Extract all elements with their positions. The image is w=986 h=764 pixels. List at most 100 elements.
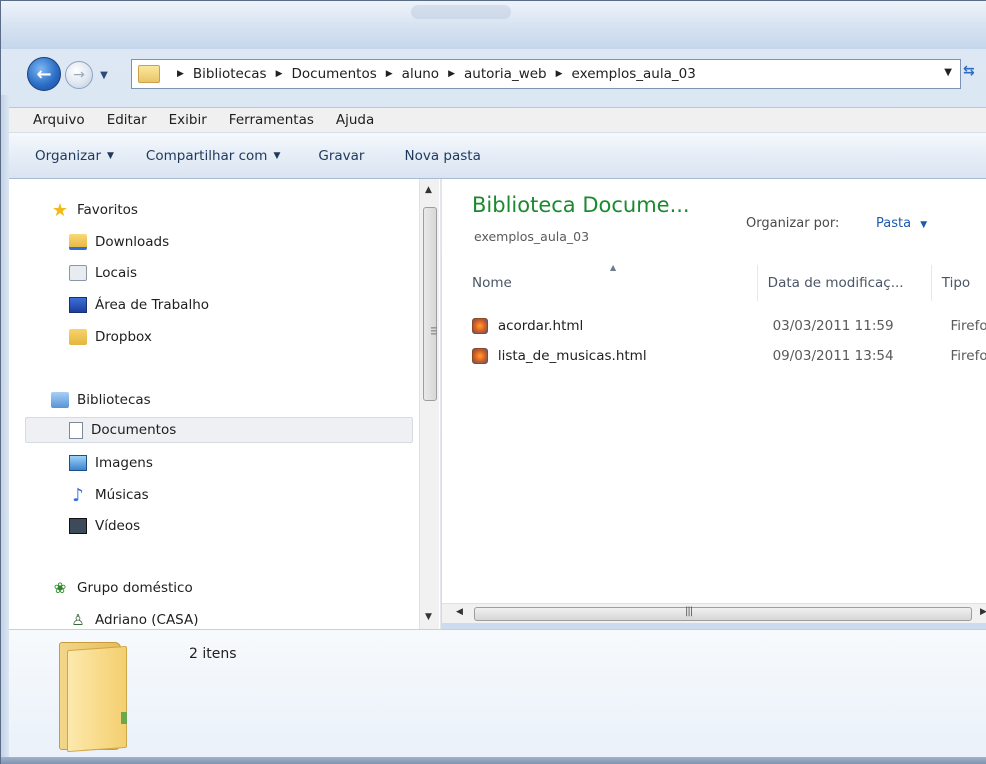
menu-editar[interactable]: Editar xyxy=(107,112,157,128)
user-icon: ♙ xyxy=(71,611,85,629)
libraries-icon xyxy=(51,392,69,408)
content-horizontal-scrollbar[interactable]: ◀ ||| ▶ xyxy=(442,603,986,623)
menu-arquivo[interactable]: Arquivo xyxy=(33,112,95,128)
window-bottom-frame xyxy=(1,757,986,764)
nav-homegroup-label: Grupo doméstico xyxy=(77,580,193,596)
column-name-label: Nome xyxy=(472,275,512,291)
nav-music-label: Músicas xyxy=(95,487,149,503)
nav-images[interactable]: Imagens xyxy=(69,450,440,476)
nav-downloads[interactable]: Downloads xyxy=(69,229,440,255)
share-label: Compartilhar com xyxy=(145,147,268,164)
sort-ascending-icon: ▲ xyxy=(610,265,617,272)
crumb-aluno[interactable]: aluno xyxy=(402,66,439,82)
nav-user[interactable]: ♙ Adriano (CASA) xyxy=(69,607,440,629)
refresh-icon[interactable]: ⇆ xyxy=(963,63,986,87)
crumb-separator-icon[interactable]: ▶ xyxy=(276,69,283,79)
file-name: acordar.html xyxy=(497,318,584,334)
forward-arrow-icon: → xyxy=(73,67,85,83)
desktop-icon xyxy=(69,297,87,313)
nav-videos[interactable]: Vídeos xyxy=(69,513,440,539)
burn-button[interactable]: Gravar xyxy=(318,148,364,164)
organize-button[interactable]: Organizar ▼ xyxy=(35,148,114,164)
nav-homegroup[interactable]: ❀ Grupo doméstico xyxy=(51,575,440,601)
scroll-grip-icon: ─ ─ ─ xyxy=(431,324,437,340)
command-bar: Organizar ▼ Compartilhar com ▼ Gravar No… xyxy=(1,133,986,179)
crumb-exemplos-aula-03[interactable]: exemplos_aula_03 xyxy=(572,66,696,82)
details-pane: 2 itens xyxy=(9,629,986,757)
item-count: 2 itens xyxy=(189,646,237,662)
forward-button[interactable]: → xyxy=(65,61,93,89)
organize-label: Organizar xyxy=(35,147,101,164)
file-type: Firefox HTML Document xyxy=(950,348,986,364)
content-pane: Biblioteca Docume... exemplos_aula_03 Or… xyxy=(442,179,986,603)
music-note-icon: ♪ xyxy=(72,484,84,506)
file-type: Firefox HTML Document xyxy=(950,318,986,334)
video-film-icon xyxy=(69,518,87,534)
horizontal-scroll-thumb[interactable]: ||| xyxy=(474,606,972,621)
images-icon xyxy=(69,455,87,471)
column-date[interactable]: Data de modificaç... xyxy=(758,265,932,301)
menu-ajuda[interactable]: Ajuda xyxy=(336,112,384,128)
navigation-scrollbar[interactable]: ▲ ─ ─ ─ ▼ xyxy=(419,179,439,629)
share-button[interactable]: Compartilhar com ▼ xyxy=(146,148,280,164)
nav-dropbox[interactable]: Dropbox xyxy=(69,324,440,350)
library-title: Biblioteca Docume... xyxy=(472,193,690,217)
menu-ferramentas[interactable]: Ferramentas xyxy=(229,112,324,128)
nav-downloads-label: Downloads xyxy=(95,234,170,250)
breadcrumb: ▶ Bibliotecas ▶ Documentos ▶ aluno ▶ aut… xyxy=(168,66,696,82)
chevron-down-icon: ▼ xyxy=(107,150,114,161)
crumb-bibliotecas[interactable]: Bibliotecas xyxy=(193,66,267,82)
address-dropdown-icon[interactable]: ▼ xyxy=(944,67,952,78)
nav-documents-label: Documentos xyxy=(91,422,177,438)
column-type[interactable]: Tipo xyxy=(932,265,986,301)
recent-places-icon xyxy=(69,265,87,281)
folder-tab xyxy=(121,712,127,724)
folder-icon xyxy=(138,65,160,83)
scroll-right-icon[interactable]: ▶ xyxy=(980,607,986,617)
address-bar[interactable]: ▶ Bibliotecas ▶ Documentos ▶ aluno ▶ aut… xyxy=(131,59,961,89)
crumb-separator-icon[interactable]: ▶ xyxy=(556,69,563,79)
crumb-separator-icon[interactable]: ▶ xyxy=(177,69,184,79)
nav-music[interactable]: ♪ Músicas xyxy=(69,482,440,508)
nav-desktop-label: Área de Trabalho xyxy=(95,297,210,313)
scroll-left-icon[interactable]: ◀ xyxy=(456,607,463,617)
file-date: 09/03/2011 13:54 xyxy=(772,348,894,364)
chevron-down-icon: ▼ xyxy=(100,69,108,81)
scroll-thumb[interactable]: ─ ─ ─ xyxy=(423,207,437,401)
nav-favorites[interactable]: ★ Favoritos xyxy=(51,197,440,223)
dropbox-folder-icon xyxy=(69,329,87,345)
nav-favorites-label: Favoritos xyxy=(77,202,138,218)
nav-documents[interactable]: Documentos xyxy=(25,417,413,443)
explorer-window: ← → ▼ ▶ Bibliotecas ▶ Documentos ▶ aluno… xyxy=(0,0,986,764)
nav-videos-label: Vídeos xyxy=(95,518,141,534)
firefox-html-icon xyxy=(472,318,488,334)
new-folder-button[interactable]: Nova pasta xyxy=(404,148,480,164)
arrange-by-dropdown[interactable]: Pasta ▼ xyxy=(876,216,927,231)
nav-locals-label: Locais xyxy=(95,265,138,281)
library-subtitle: exemplos_aula_03 xyxy=(474,229,590,244)
nav-libraries[interactable]: Bibliotecas xyxy=(51,387,440,413)
back-button[interactable]: ← xyxy=(27,57,61,91)
title-bar xyxy=(1,1,986,49)
recent-pages-button[interactable]: ▼ xyxy=(96,67,112,83)
file-row[interactable]: lista_de_musicas.html 09/03/2011 13:54 F… xyxy=(472,342,986,370)
back-arrow-icon: ← xyxy=(36,63,52,85)
nav-desktop[interactable]: Área de Trabalho xyxy=(69,292,440,318)
firefox-html-icon xyxy=(472,348,488,364)
nav-locals[interactable]: Locais xyxy=(69,260,440,286)
crumb-autoria-web[interactable]: autoria_web xyxy=(464,66,547,82)
scroll-down-icon[interactable]: ▼ xyxy=(425,612,432,622)
scroll-up-icon[interactable]: ▲ xyxy=(425,185,432,195)
menu-exibir[interactable]: Exibir xyxy=(169,112,217,128)
scroll-grip-icon: ||| xyxy=(685,606,693,617)
crumb-separator-icon[interactable]: ▶ xyxy=(448,69,455,79)
crumb-separator-icon[interactable]: ▶ xyxy=(386,69,393,79)
menu-bar: Arquivo Editar Exibir Ferramentas Ajuda xyxy=(1,107,986,133)
file-date: 03/03/2011 11:59 xyxy=(772,318,894,334)
arrange-by-value: Pasta xyxy=(876,216,912,231)
file-row[interactable]: acordar.html 03/03/2011 11:59 Firefox HT… xyxy=(472,312,986,340)
folder-front xyxy=(67,645,127,753)
column-name[interactable]: ▲ Nome xyxy=(460,265,758,301)
title-bar-blur xyxy=(411,5,511,19)
crumb-documentos[interactable]: Documentos xyxy=(292,66,377,82)
